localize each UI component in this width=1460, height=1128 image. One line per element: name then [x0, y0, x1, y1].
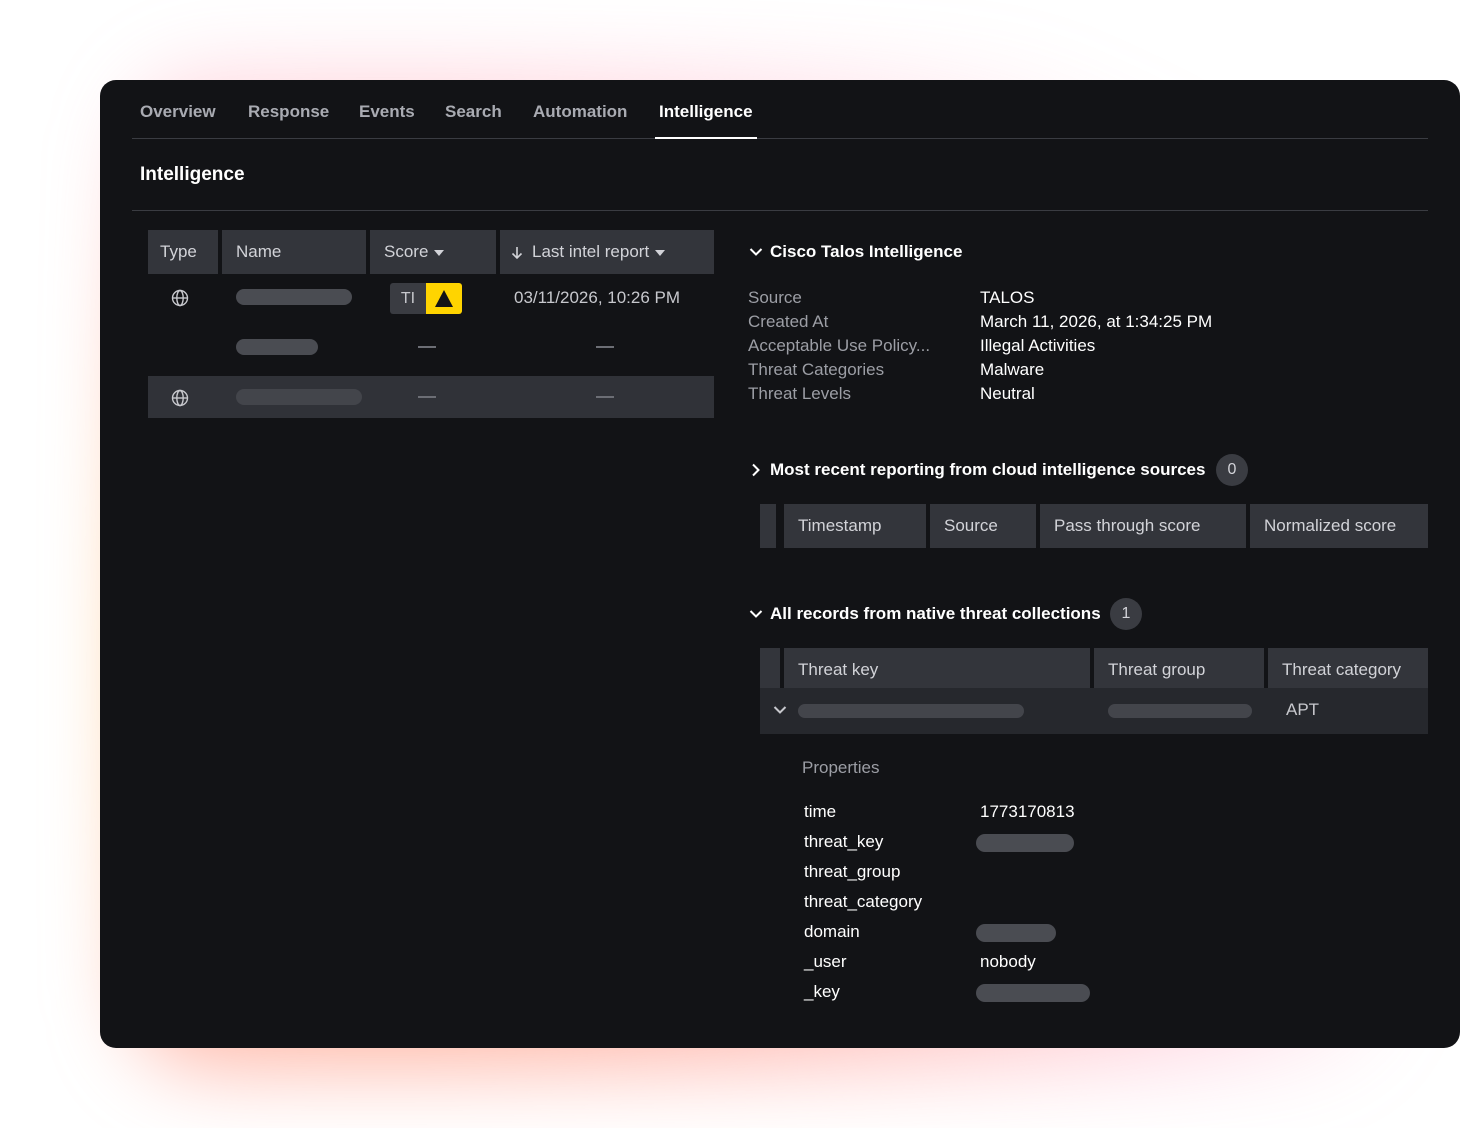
- column-header-name[interactable]: Name: [222, 230, 366, 274]
- empty-value-dash: [418, 396, 436, 398]
- column-header-last-intel-report[interactable]: Last intel report: [500, 230, 714, 274]
- section-title-talos[interactable]: Cisco Talos Intelligence: [770, 242, 962, 262]
- column-header-normalized-score[interactable]: Normalized score: [1250, 504, 1428, 548]
- redacted-threat-key: [798, 704, 1024, 718]
- property-value: 1773170813: [980, 802, 1075, 821]
- redacted-name[interactable]: [236, 339, 318, 355]
- chevron-right-icon[interactable]: [749, 463, 763, 477]
- section-title-native[interactable]: All records from native threat collectio…: [770, 604, 1101, 624]
- empty-value-dash: [596, 346, 614, 348]
- caret-down-icon: [434, 249, 445, 256]
- column-header-threat-group[interactable]: Threat group: [1094, 648, 1264, 692]
- tab-response[interactable]: Response: [248, 102, 329, 139]
- tab-bar: Overview Response Events Search Automati…: [132, 80, 1428, 139]
- tab-intelligence[interactable]: Intelligence: [655, 102, 757, 139]
- column-header-label: Type: [160, 242, 197, 261]
- count-badge: 1: [1110, 598, 1142, 630]
- column-header-score[interactable]: Score: [370, 230, 496, 274]
- field-value: Illegal Activities: [980, 336, 1096, 355]
- field-value: Neutral: [980, 384, 1035, 403]
- column-header-threat-key[interactable]: Threat key: [784, 648, 1090, 692]
- column-header-pass-through-score[interactable]: Pass through score: [1040, 504, 1246, 548]
- redacted-value: [976, 924, 1056, 942]
- globe-icon: [171, 389, 189, 407]
- chevron-down-icon[interactable]: [749, 245, 763, 259]
- warning-triangle-icon: [435, 290, 453, 307]
- column-header-label: Name: [236, 242, 282, 261]
- property-key: threat_category: [804, 892, 923, 911]
- page-title: Intelligence: [140, 164, 245, 185]
- redacted-value: [976, 834, 1074, 852]
- redacted-name[interactable]: [236, 289, 352, 305]
- property-key: time: [804, 802, 837, 821]
- globe-icon: [171, 289, 189, 307]
- column-header-label: Score: [384, 242, 429, 261]
- field-label: Threat Categories: [748, 360, 885, 379]
- divider: [132, 210, 1428, 211]
- property-key: threat_key: [804, 832, 884, 851]
- property-key: _key: [804, 982, 840, 1001]
- last-report-date: 03/11/2026, 10:26 PM: [514, 288, 681, 307]
- score-badge-ti: TI: [390, 283, 426, 314]
- column-header-spacer: [760, 648, 780, 692]
- properties-title: Properties: [802, 758, 880, 777]
- tab-automation[interactable]: Automation: [533, 102, 627, 139]
- section-title-cloud[interactable]: Most recent reporting from cloud intelli…: [770, 460, 1205, 480]
- property-key: threat_group: [804, 862, 901, 881]
- chevron-down-icon[interactable]: [749, 607, 763, 621]
- redacted-threat-group: [1108, 704, 1252, 718]
- intelligence-panel: Overview Response Events Search Automati…: [100, 80, 1460, 1048]
- count-badge: 0: [1216, 454, 1248, 486]
- property-key: domain: [804, 922, 860, 941]
- empty-value-dash: [596, 396, 614, 398]
- tab-search[interactable]: Search: [445, 102, 502, 139]
- field-value: March 11, 2026, at 1:34:25 PM: [980, 312, 1213, 331]
- column-header-label: Last intel report: [532, 242, 650, 261]
- arrow-down-icon: [511, 246, 523, 259]
- chevron-down-icon[interactable]: [773, 703, 787, 717]
- tab-overview[interactable]: Overview: [140, 102, 216, 139]
- threat-category-value: APT: [1286, 700, 1320, 719]
- field-label: Created At: [748, 312, 829, 331]
- property-value: nobody: [980, 952, 1036, 971]
- column-header-threat-category[interactable]: Threat category: [1268, 648, 1428, 692]
- column-header-timestamp[interactable]: Timestamp: [784, 504, 926, 548]
- caret-down-icon: [655, 249, 666, 256]
- column-header-source[interactable]: Source: [930, 504, 1036, 548]
- empty-value-dash: [418, 346, 436, 348]
- redacted-name[interactable]: [236, 389, 362, 405]
- field-value: Malware: [980, 360, 1045, 379]
- column-header-spacer: [760, 504, 776, 548]
- field-label: Source: [748, 288, 802, 307]
- property-key: _user: [804, 952, 847, 971]
- column-header-type[interactable]: Type: [148, 230, 218, 274]
- warning-badge: [426, 283, 462, 314]
- field-label: Acceptable Use Policy...: [748, 336, 931, 355]
- tab-events[interactable]: Events: [359, 102, 415, 139]
- field-label: Threat Levels: [748, 384, 851, 403]
- field-value: TALOS: [980, 288, 1035, 307]
- redacted-value: [976, 984, 1090, 1002]
